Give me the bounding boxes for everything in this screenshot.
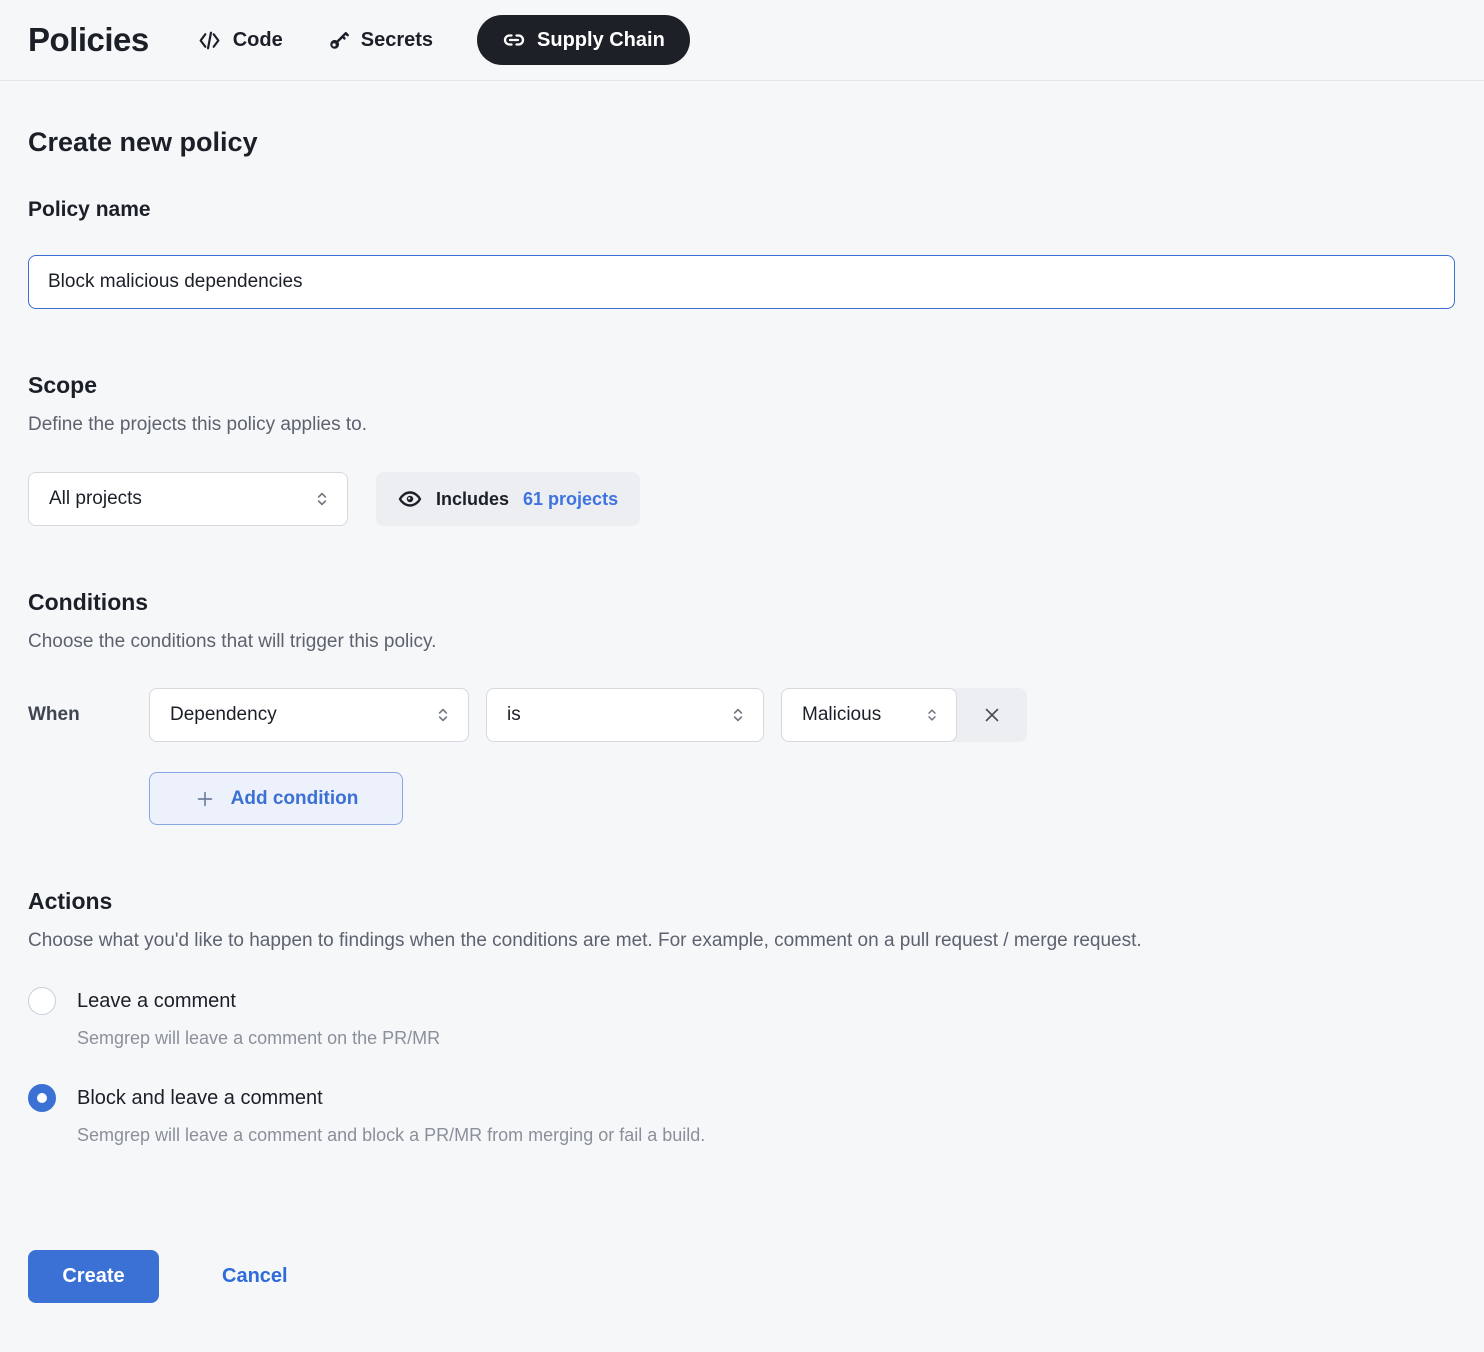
conditions-section-title: Conditions bbox=[28, 589, 149, 615]
cancel-link[interactable]: Cancel bbox=[222, 1265, 288, 1288]
form-footer: Create Cancel bbox=[28, 1250, 1456, 1303]
link-icon bbox=[502, 28, 526, 52]
form-title: Create new policy bbox=[28, 127, 258, 157]
chevron-up-down-icon bbox=[923, 706, 941, 724]
scope-select[interactable]: All projects bbox=[28, 472, 348, 526]
scope-section-title: Scope bbox=[28, 372, 98, 398]
condition-operator-value: is bbox=[507, 704, 521, 725]
option-description: Semgrep will leave a comment and block a… bbox=[77, 1125, 706, 1145]
close-icon bbox=[981, 704, 1003, 726]
option-label: Leave a comment bbox=[77, 990, 236, 1012]
header: Policies Code Secrets Supply Chain bbox=[0, 0, 1484, 81]
chevron-up-down-icon bbox=[312, 489, 332, 509]
scope-select-value: All projects bbox=[49, 488, 142, 509]
code-icon bbox=[197, 28, 222, 53]
condition-field-select[interactable]: Dependency bbox=[149, 688, 469, 742]
radio-block-and-comment[interactable] bbox=[28, 1084, 56, 1112]
key-icon bbox=[327, 29, 350, 52]
condition-value-select[interactable]: Malicious bbox=[781, 688, 957, 742]
add-condition-label: Add condition bbox=[230, 787, 359, 809]
chevron-up-down-icon bbox=[728, 705, 748, 725]
tab-code[interactable]: Code bbox=[197, 28, 283, 53]
policy-name-input[interactable] bbox=[28, 255, 1455, 309]
includes-label: Includes bbox=[436, 488, 510, 509]
create-policy-form: Create new policy Policy name Scope Defi… bbox=[0, 127, 1484, 1303]
add-condition-button[interactable]: Add condition bbox=[149, 772, 403, 825]
radio-leave-comment[interactable] bbox=[28, 987, 56, 1015]
condition-value: Malicious bbox=[802, 704, 882, 725]
tab-label: Code bbox=[232, 28, 283, 51]
includes-projects-badge: Includes 61 projects bbox=[376, 472, 641, 526]
tab-label: Secrets bbox=[360, 28, 434, 51]
page-title: Policies bbox=[28, 21, 149, 58]
option-description: Semgrep will leave a comment on the PR/M… bbox=[77, 1028, 441, 1048]
scope-section-description: Define the projects this policy applies … bbox=[28, 414, 368, 435]
includes-count-link[interactable]: 61 projects bbox=[523, 489, 618, 510]
actions-section-title: Actions bbox=[28, 888, 113, 914]
option-label: Block and leave a comment bbox=[77, 1087, 323, 1109]
tab-supply-chain[interactable]: Supply Chain bbox=[477, 15, 690, 65]
condition-value-group: Malicious bbox=[781, 688, 1027, 742]
chevron-up-down-icon bbox=[433, 705, 453, 725]
actions-section-description: Choose what you'd like to happen to find… bbox=[28, 930, 1142, 951]
conditions-section-description: Choose the conditions that will trigger … bbox=[28, 631, 437, 652]
tab-label: Supply Chain bbox=[537, 28, 665, 51]
when-label: When bbox=[28, 704, 80, 725]
policy-name-label: Policy name bbox=[28, 198, 151, 221]
scope-row: All projects Includes 61 projects bbox=[28, 472, 1456, 526]
remove-condition-button[interactable] bbox=[957, 688, 1027, 742]
condition-field-value: Dependency bbox=[170, 704, 277, 725]
action-option-comment: Leave a comment Semgrep will leave a com… bbox=[28, 987, 1456, 1049]
tab-secrets[interactable]: Secrets bbox=[327, 29, 433, 52]
plus-icon bbox=[194, 788, 216, 810]
condition-operator-select[interactable]: is bbox=[486, 688, 764, 742]
create-button[interactable]: Create bbox=[28, 1250, 159, 1303]
eye-icon bbox=[398, 487, 422, 511]
condition-row: When Dependency is Malicious bbox=[28, 688, 1456, 742]
action-option-block: Block and leave a comment Semgrep will l… bbox=[28, 1084, 1456, 1146]
policy-type-tabs: Code Secrets Supply Chain bbox=[197, 15, 690, 65]
